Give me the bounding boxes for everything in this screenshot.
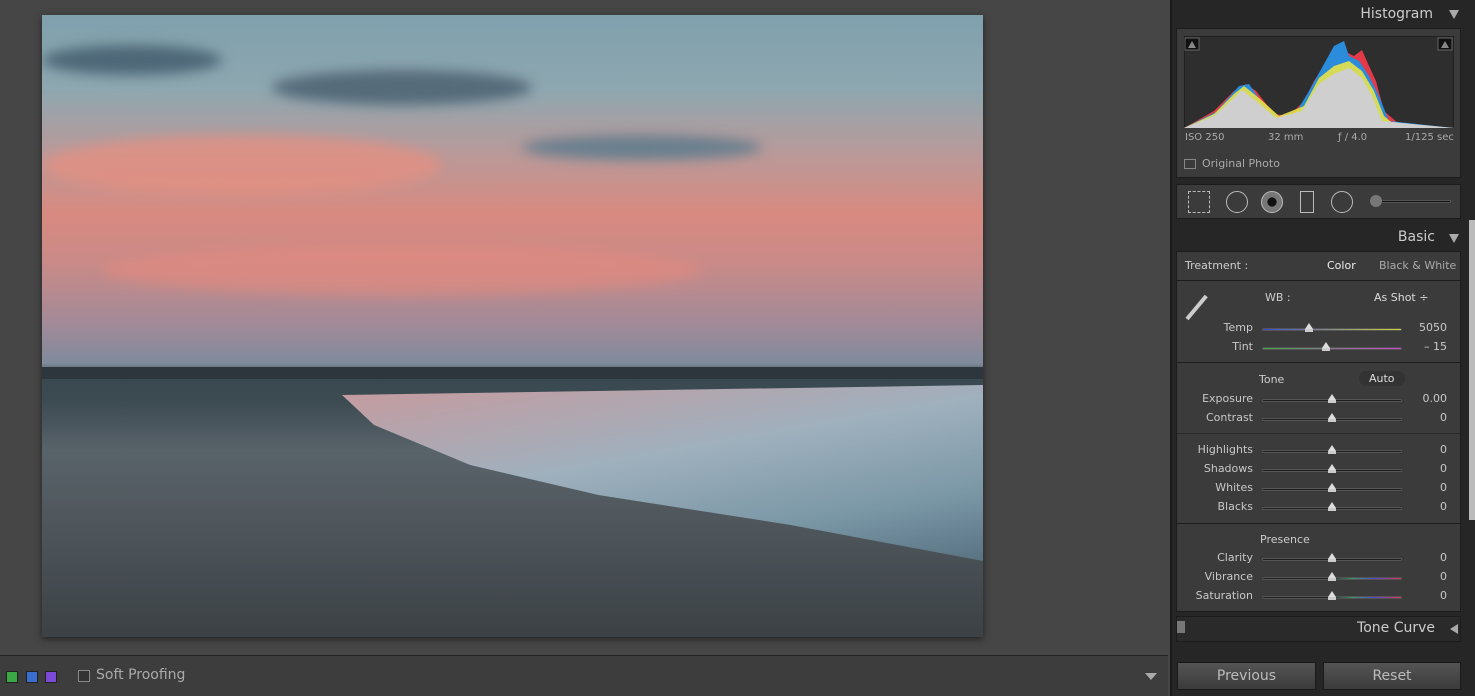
slider-blacks[interactable] [1262,502,1402,511]
slider-value[interactable]: 5050 [1410,321,1447,334]
slider-label: Blacks [1217,500,1254,513]
slider-thumb[interactable] [1328,445,1336,454]
slider-saturation[interactable] [1262,591,1402,600]
treatment-bw-option[interactable]: Black & White [1379,259,1456,272]
tone-label: Tone [1259,373,1285,386]
slider-value[interactable]: 0 [1410,589,1447,602]
horizon [42,367,983,379]
slider-label: Clarity [1217,551,1253,564]
collapse-triangle-icon[interactable] [1449,234,1459,243]
crop-tool-icon[interactable] [1188,191,1210,213]
slider-thumb[interactable] [1328,591,1336,600]
slider-label: Whites [1215,481,1253,494]
slider-label: Temp [1223,321,1253,334]
collapse-triangle-icon[interactable] [1449,10,1459,19]
iso-readout: ISO 250 [1185,132,1225,143]
slider-thumb[interactable] [1328,413,1336,422]
focal-length-readout: 32 mm [1268,132,1304,143]
slider-label: Shadows [1203,462,1253,475]
color-label-purple[interactable] [45,671,57,683]
presence-label: Presence [1260,533,1310,546]
soft-proofing-checkbox[interactable] [78,670,90,682]
treatment-color-option[interactable]: Color [1327,259,1356,272]
slider-thumb[interactable] [1328,572,1336,581]
wb-preset-dropdown[interactable]: As Shot ÷ [1374,291,1428,304]
slider-value[interactable]: 0 [1410,500,1447,513]
reset-button[interactable]: Reset [1323,662,1461,690]
soft-proofing-label: Soft Proofing [96,667,186,683]
cloud [102,245,702,295]
cloud [42,45,222,75]
slider-value[interactable]: 0 [1410,411,1447,424]
slider-thumb[interactable] [1322,342,1331,351]
slider-value[interactable]: 0 [1410,443,1447,456]
color-label-blue[interactable] [26,671,38,683]
slider-thumb[interactable] [1328,464,1336,473]
photo-preview[interactable] [42,15,983,637]
slider-clarity[interactable] [1262,553,1402,562]
wb-label: WB : [1265,291,1291,304]
toolbar-menu-chevron-icon[interactable] [1145,673,1157,680]
cloud [272,70,532,105]
slider-value[interactable]: 0 [1410,551,1447,564]
slider-shadows[interactable] [1262,464,1402,473]
treatment-label: Treatment : [1185,259,1249,272]
slider-highlights[interactable] [1262,445,1402,454]
panel-scrollbar[interactable] [1469,220,1475,520]
radial-filter-icon[interactable] [1331,191,1353,213]
slider-label: Vibrance [1204,570,1253,583]
cloud [522,135,762,160]
adjustment-brush-icon[interactable] [1370,195,1382,207]
slider-label: Highlights [1197,443,1253,456]
slider-value[interactable]: 0 [1410,570,1447,583]
red-eye-icon[interactable] [1261,191,1283,213]
expand-triangle-icon[interactable] [1450,624,1458,634]
previous-button[interactable]: Previous [1177,662,1316,690]
slider-value[interactable]: 0.00 [1410,392,1448,405]
slider-label: Tint [1232,340,1253,353]
tone-curve-title[interactable]: Tone Curve [1357,620,1435,636]
slider-label: Exposure [1202,392,1253,405]
slider-label: Contrast [1205,411,1253,424]
original-photo-checkbox[interactable] [1184,159,1196,169]
histogram-chart[interactable] [1184,36,1454,128]
slider-thumb[interactable] [1328,502,1336,511]
slider-thumb[interactable] [1304,323,1313,332]
slider-exposure[interactable] [1262,394,1402,403]
slider-thumb[interactable] [1328,483,1336,492]
slider-value[interactable]: – 15 [1410,340,1447,353]
slider-label: Saturation [1195,589,1253,602]
brush-slider[interactable] [1372,200,1451,203]
panel-toggle-switch[interactable] [1177,621,1185,633]
slider-tint[interactable] [1262,342,1402,351]
color-label-green[interactable] [6,671,18,683]
slider-value[interactable]: 0 [1410,462,1447,475]
shutter-readout: 1/125 sec [1405,132,1454,143]
slider-vibrance[interactable] [1262,572,1402,581]
graduated-filter-icon[interactable] [1300,191,1314,213]
slider-temp[interactable] [1262,323,1402,332]
slider-contrast[interactable] [1262,413,1402,422]
slider-whites[interactable] [1262,483,1402,492]
histogram-title[interactable]: Histogram [1360,6,1433,22]
spot-removal-icon[interactable] [1226,191,1248,213]
slider-thumb[interactable] [1328,553,1336,562]
slider-value[interactable]: 0 [1410,481,1447,494]
aperture-readout: ƒ / 4.0 [1338,132,1368,143]
sea [342,385,983,561]
auto-tone-button[interactable]: Auto [1359,371,1405,386]
original-photo-label: Original Photo [1202,157,1280,170]
cloud [42,135,442,195]
basic-title[interactable]: Basic [1398,229,1435,245]
slider-thumb[interactable] [1328,394,1336,403]
